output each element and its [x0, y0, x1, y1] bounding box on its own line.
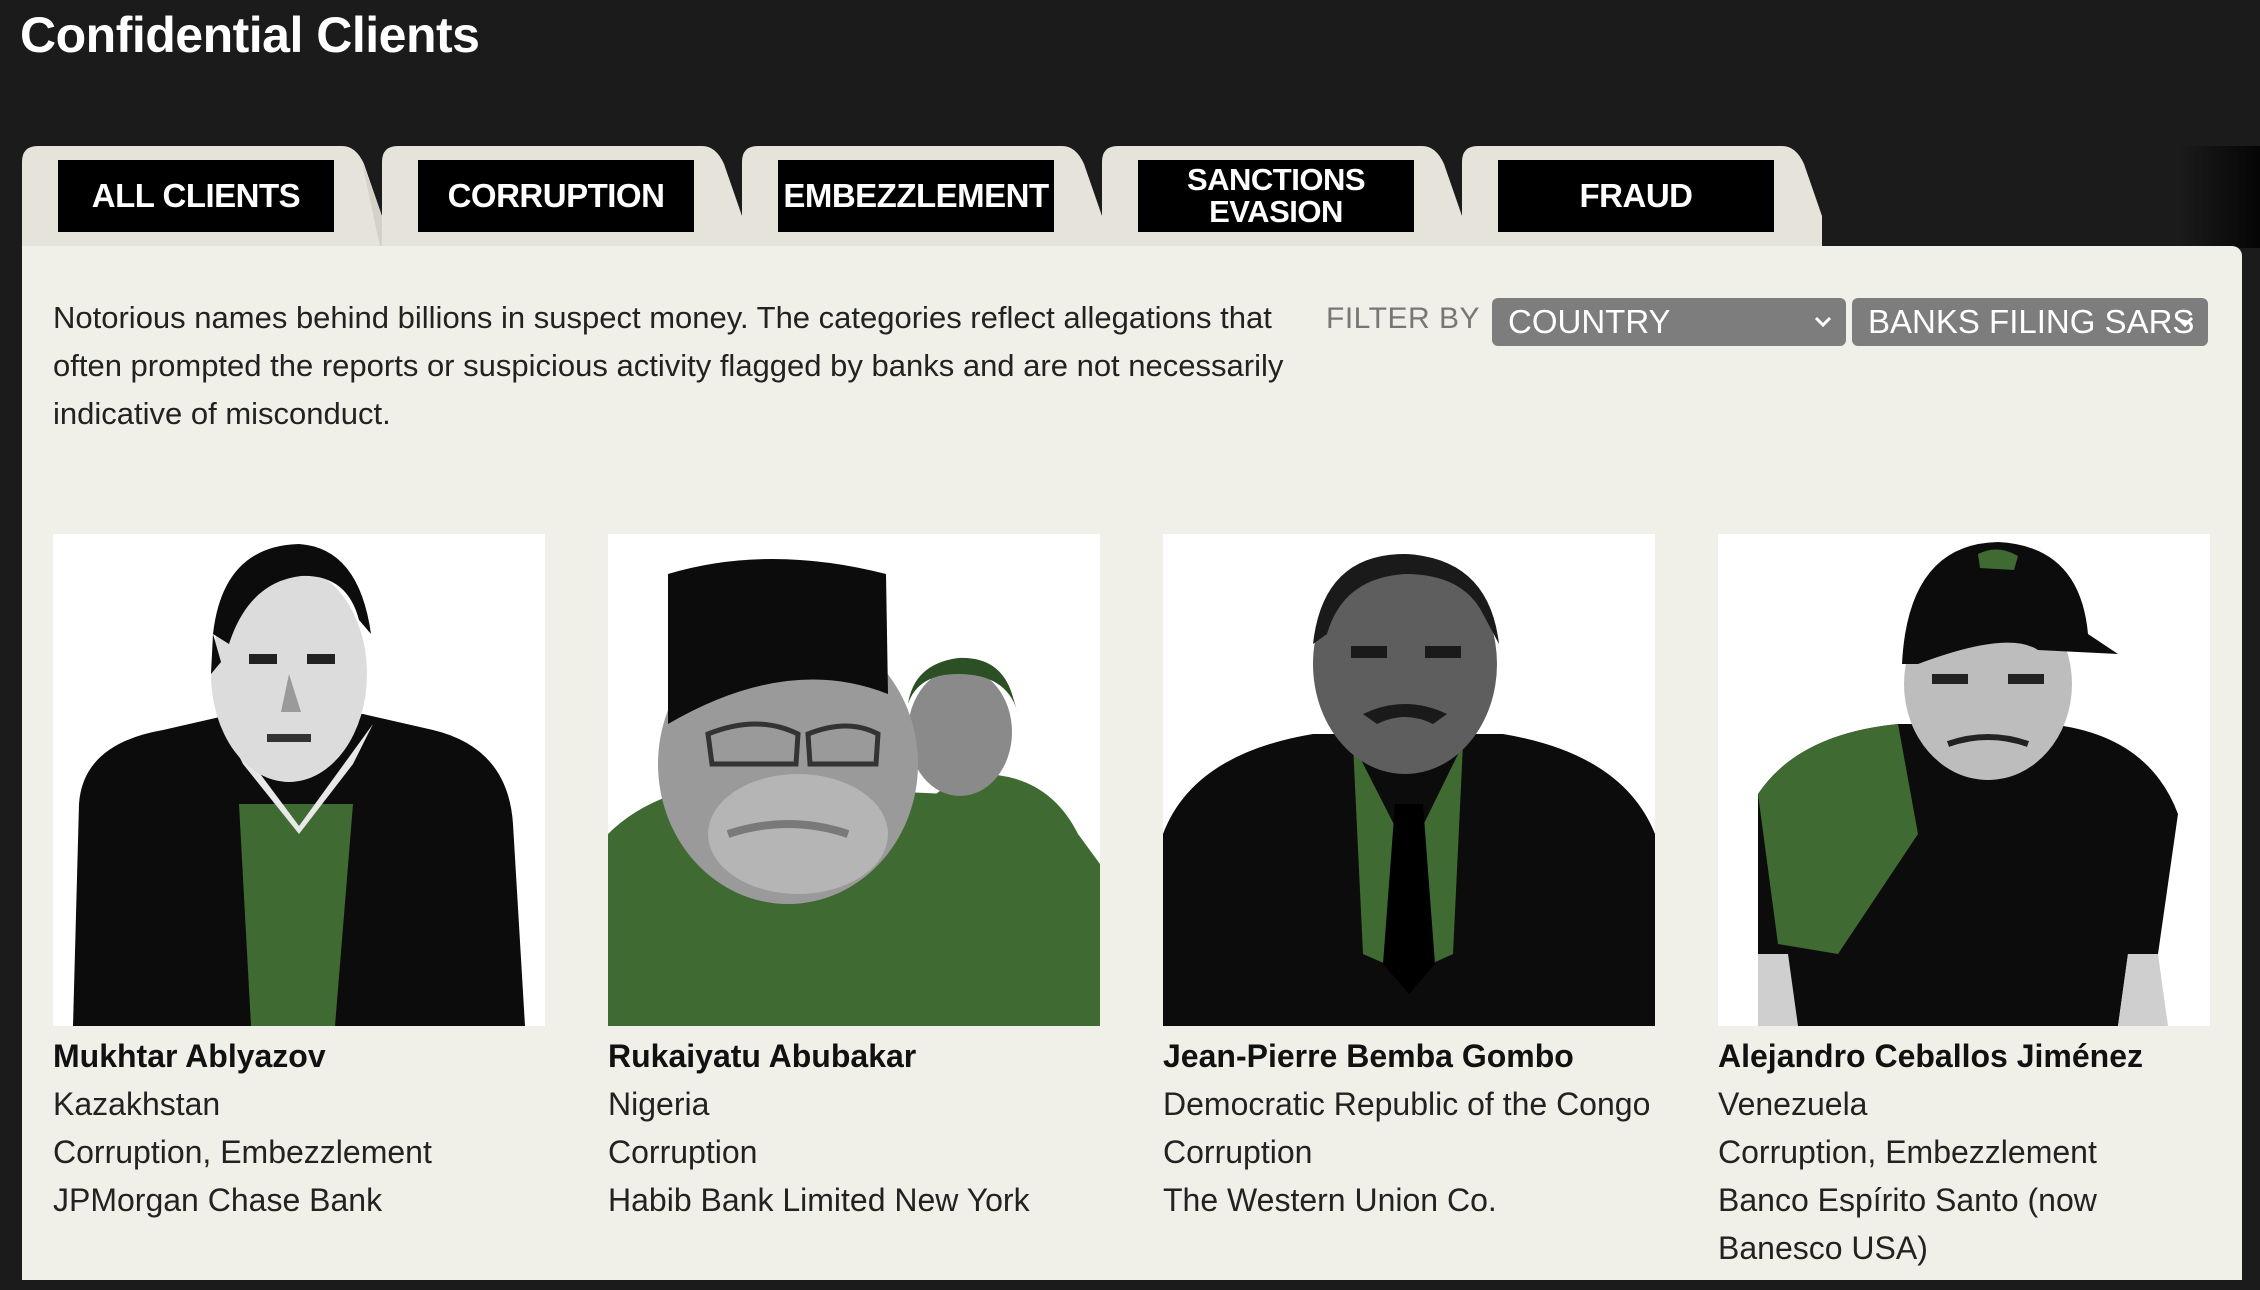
client-portrait[interactable]	[1718, 534, 2210, 1026]
client-bank: JPMorgan Chase Bank	[53, 1182, 383, 1218]
client-card[interactable]: Alejandro Ceballos Jiménez Venezuela Cor…	[1718, 534, 2210, 1272]
tab-all-clients[interactable]: ALL CLIENTS	[22, 146, 382, 256]
tab-sanctions-evasion[interactable]: SANCTIONS EVASION	[1102, 146, 1462, 256]
client-categories: Corruption	[1163, 1134, 1313, 1170]
tab-label[interactable]: CORRUPTION	[418, 160, 694, 232]
tab-label[interactable]: FRAUD	[1498, 160, 1774, 232]
tab-label[interactable]: ALL CLIENTS	[58, 160, 334, 232]
tab-label[interactable]: EMBEZZLEMENT	[778, 160, 1054, 232]
chevron-down-icon	[1814, 316, 1832, 328]
client-country: Kazakhstan	[53, 1086, 221, 1122]
page-title: Confidential Clients	[20, 7, 480, 63]
client-country: Democratic Republic of the Congo	[1163, 1086, 1651, 1122]
client-country: Nigeria	[608, 1086, 710, 1122]
client-categories: Corruption, Embezzlement	[53, 1134, 432, 1170]
client-name: Mukhtar Ablyazov	[53, 1038, 326, 1074]
banks-select-value: BANKS FILING SARS	[1868, 303, 2195, 340]
client-portrait[interactable]	[1163, 534, 1655, 1026]
client-country: Venezuela	[1718, 1086, 1868, 1122]
tab-bar-shade	[2180, 146, 2260, 248]
country-select-value: COUNTRY	[1508, 303, 1671, 340]
client-name: Rukaiyatu Abubakar	[608, 1038, 917, 1074]
client-name: Alejandro Ceballos Jiménez	[1718, 1038, 2144, 1074]
country-select[interactable]: COUNTRY	[1492, 298, 1846, 346]
intro-text: Notorious names behind billions in suspe…	[53, 300, 1284, 431]
client-name: Jean-Pierre Bemba Gombo	[1163, 1038, 1574, 1074]
tab-corruption[interactable]: CORRUPTION	[382, 146, 742, 256]
client-bank: Banco Espírito Santo (now Banesco USA)	[1718, 1182, 2097, 1266]
client-card[interactable]: Jean-Pierre Bemba Gombo Democratic Repub…	[1163, 534, 1655, 1224]
client-card[interactable]: Mukhtar Ablyazov Kazakhstan Corruption, …	[53, 534, 545, 1224]
client-portrait[interactable]	[608, 534, 1100, 1026]
chevron-down-icon	[2176, 316, 2194, 328]
tab-embezzlement[interactable]: EMBEZZLEMENT	[742, 146, 1102, 256]
filter-label: FILTER BY	[1326, 302, 1480, 335]
tab-label[interactable]: SANCTIONS EVASION	[1138, 160, 1414, 232]
client-bank: Habib Bank Limited New York	[608, 1182, 1030, 1218]
page: Confidential Clients ALL CLIENTS CORRUPT…	[0, 0, 2260, 1290]
content-panel: Notorious names behind billions in suspe…	[22, 246, 2242, 1280]
client-portrait[interactable]	[53, 534, 545, 1026]
client-categories: Corruption	[608, 1134, 758, 1170]
banks-filing-sars-select[interactable]: BANKS FILING SARS	[1852, 298, 2208, 346]
client-card[interactable]: Rukaiyatu Abubakar Nigeria Corruption Ha…	[608, 534, 1100, 1224]
client-categories: Corruption, Embezzlement	[1718, 1134, 2097, 1170]
tab-fraud[interactable]: FRAUD	[1462, 146, 1822, 256]
client-bank: The Western Union Co.	[1163, 1182, 1497, 1218]
